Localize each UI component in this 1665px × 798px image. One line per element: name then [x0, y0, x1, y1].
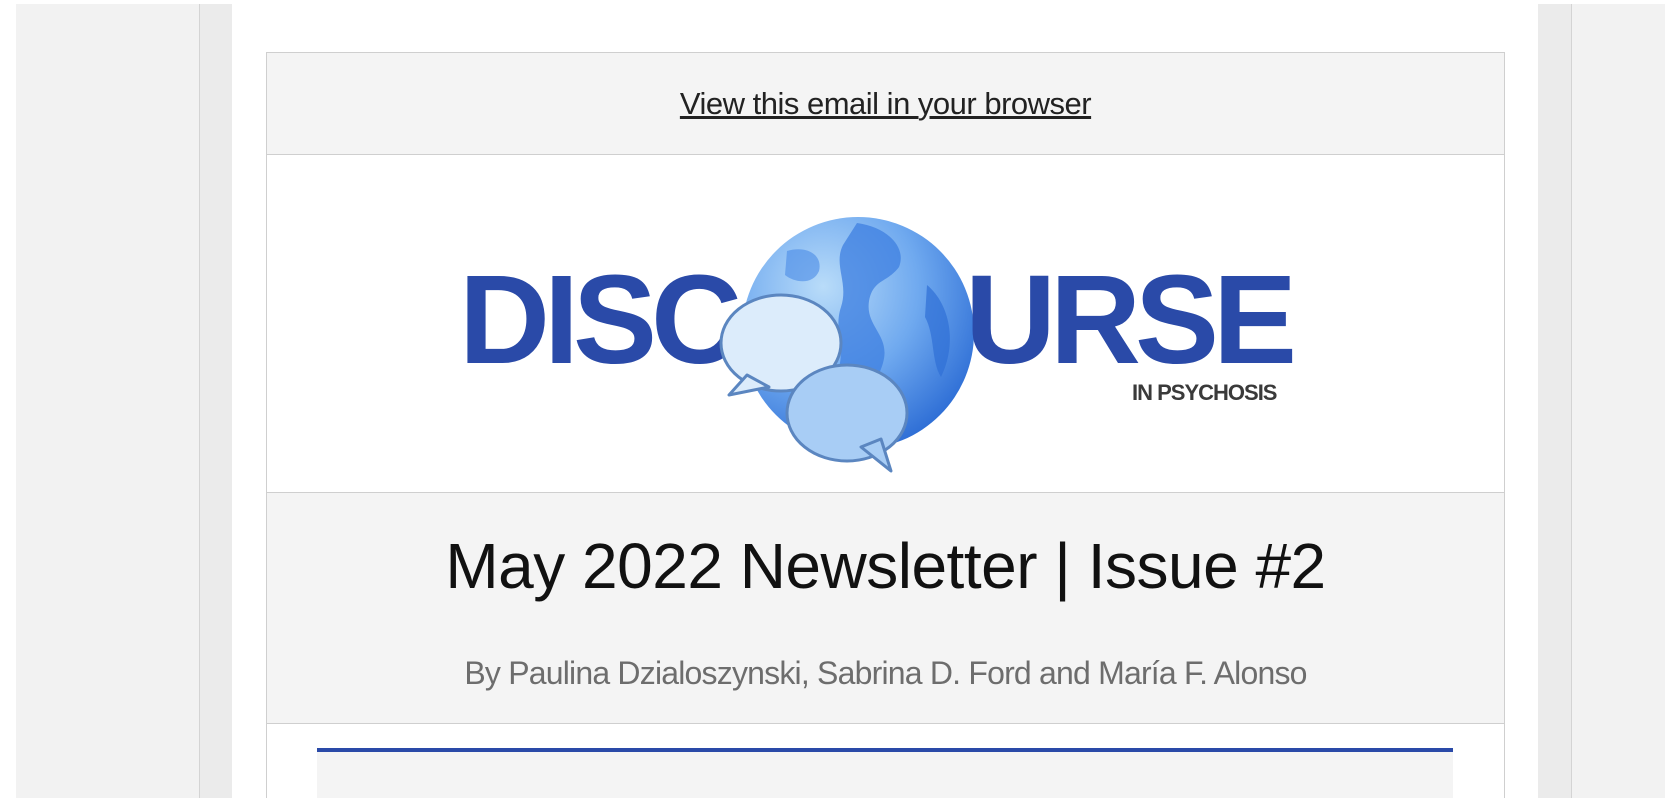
logo-tagline: IN PSYCHOSIS: [1132, 380, 1277, 405]
logo-word-left: DISC: [459, 249, 739, 390]
view-in-browser-link[interactable]: View this email in your browser: [680, 86, 1092, 122]
title-section: May 2022 Newsletter | Issue #2 By Paulin…: [267, 493, 1504, 724]
logo-word-right: URSE: [965, 249, 1293, 390]
logo-section: DISC URSE IN PSYCHOSIS: [267, 155, 1504, 493]
content-card: [317, 748, 1453, 798]
author-byline: By Paulina Dzialoszynski, Sabrina D. For…: [464, 655, 1307, 691]
discourse-logo: DISC URSE IN PSYCHOSIS: [459, 217, 1299, 473]
newsletter-title: May 2022 Newsletter | Issue #2: [445, 530, 1326, 602]
email-container: View this email in your browser DISC URS…: [266, 52, 1505, 798]
preheader: View this email in your browser: [267, 53, 1504, 155]
